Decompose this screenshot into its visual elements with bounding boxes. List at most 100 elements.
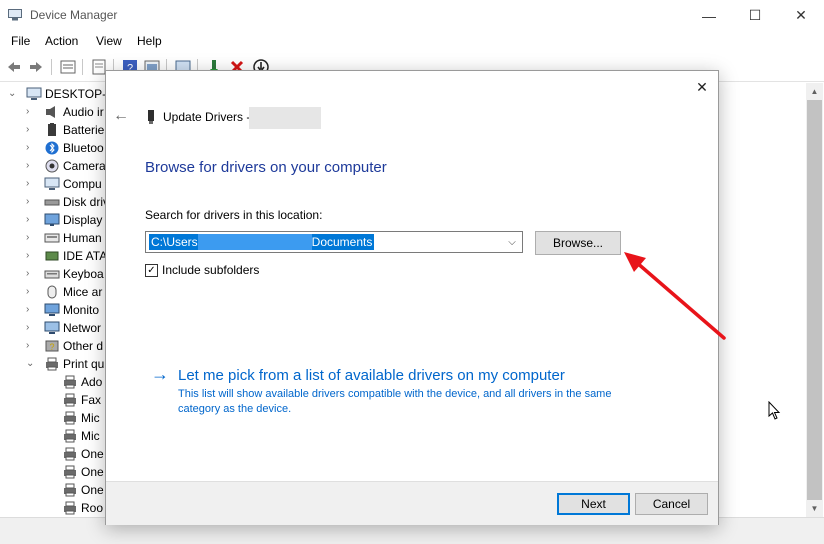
tree-root-label: DESKTOP-B <box>45 87 115 101</box>
vertical-scrollbar[interactable]: ▲ ▼ <box>806 83 823 517</box>
tree-category-label: Disk driv <box>63 195 110 209</box>
menu-view[interactable]: View <box>96 34 122 48</box>
tree-category[interactable]: › Compu <box>26 175 102 193</box>
tree-category[interactable]: › Display <box>26 211 102 229</box>
dialog-heading: Browse for drivers on your computer <box>145 159 387 176</box>
computer-icon <box>26 87 42 100</box>
printer-icon <box>64 393 76 407</box>
menu-file[interactable]: File <box>11 34 30 48</box>
properties-list-icon[interactable] <box>59 58 77 76</box>
display-icon <box>44 213 60 226</box>
cancel-button[interactable]: Cancel <box>635 493 708 515</box>
tree-category[interactable]: › Human <box>26 229 102 247</box>
title-bar: Device Manager — ☐ ✕ <box>0 0 824 31</box>
next-button[interactable]: Next <box>557 493 630 515</box>
tree-category[interactable]: › Bluetoo <box>26 139 104 157</box>
chevron-down-icon[interactable]: ⌄ <box>26 359 36 369</box>
printer-icon <box>64 501 76 515</box>
tree-child-item[interactable]: Roo <box>62 499 103 517</box>
chevron-right-icon[interactable]: › <box>26 323 36 333</box>
printer-icon <box>64 465 76 479</box>
chevron-right-icon[interactable]: › <box>26 125 36 135</box>
hid-icon <box>44 233 60 243</box>
chevron-right-icon[interactable]: › <box>26 107 36 117</box>
maximize-icon[interactable]: ☐ <box>732 0 778 31</box>
chevron-right-icon[interactable]: › <box>26 233 36 243</box>
printer-icon <box>64 447 76 461</box>
path-prefix: C:\Users <box>151 235 198 249</box>
chevron-right-icon[interactable]: › <box>26 341 36 351</box>
tree-root[interactable]: ⌄ DESKTOP-B <box>8 85 114 103</box>
ide-controller-icon <box>45 251 59 261</box>
chevron-down-icon[interactable]: ⌄ <box>8 89 18 99</box>
back-arrow-icon[interactable] <box>5 58 23 76</box>
menu-action[interactable]: Action <box>45 34 78 48</box>
scroll-up-icon[interactable]: ▲ <box>806 83 823 100</box>
tree-child-label: Ado <box>81 375 103 389</box>
printer-icon <box>64 429 76 443</box>
battery-icon <box>48 123 56 136</box>
tree-category[interactable]: › Camera <box>26 157 106 175</box>
close-icon[interactable]: ✕ <box>692 77 712 97</box>
close-icon[interactable]: ✕ <box>778 0 824 31</box>
tree-child-item[interactable]: One <box>62 481 104 499</box>
back-arrow-icon[interactable]: ← <box>113 108 129 124</box>
tree-child-item[interactable]: Fax <box>62 391 101 409</box>
tree-category[interactable]: ›? Other d <box>26 337 103 355</box>
chevron-right-icon[interactable]: › <box>26 287 36 297</box>
network-icon <box>44 321 60 334</box>
search-location-label: Search for drivers in this location: <box>145 208 323 222</box>
include-subfolders-checkbox[interactable]: ✓ <box>145 263 158 277</box>
disk-drive-icon <box>44 199 60 206</box>
chevron-right-icon[interactable]: › <box>26 179 36 189</box>
monitor-icon <box>44 303 60 316</box>
chevron-right-icon[interactable]: › <box>26 215 36 225</box>
printer-icon <box>64 411 76 425</box>
chevron-right-icon[interactable]: › <box>26 251 36 261</box>
tree-category[interactable]: › IDE ATA <box>26 247 107 265</box>
tree-category-label: Camera <box>63 159 106 173</box>
tree-category[interactable]: › Disk driv <box>26 193 109 211</box>
tree-child-item[interactable]: Mic <box>62 427 100 445</box>
tree-category-label: IDE ATA <box>63 249 108 263</box>
chevron-down-icon[interactable]: ⌵ <box>506 235 518 249</box>
tree-category[interactable]: › Networ <box>26 319 101 337</box>
driver-path-combobox[interactable]: C:\Users Documents ⌵ <box>145 231 523 253</box>
chevron-right-icon[interactable]: › <box>26 143 36 153</box>
arrow-right-icon[interactable]: → <box>151 365 169 383</box>
tree-child-item[interactable]: Ado <box>62 373 102 391</box>
tree-child-label: Fax <box>81 393 102 407</box>
toolbar-separator <box>51 59 52 75</box>
pick-driver-link[interactable]: Let me pick from a list of available dri… <box>178 367 565 384</box>
tree-category-label: Batterie <box>63 123 105 137</box>
tree-category[interactable]: › Monito <box>26 301 99 319</box>
chevron-right-icon[interactable]: › <box>26 305 36 315</box>
forward-arrow-icon[interactable] <box>27 58 45 76</box>
menu-help[interactable]: Help <box>137 34 162 48</box>
scrollbar-thumb[interactable] <box>807 100 822 500</box>
keyboard-icon <box>44 270 60 279</box>
chevron-right-icon[interactable]: › <box>26 197 36 207</box>
redacted-device-name <box>249 107 321 129</box>
chevron-right-icon[interactable]: › <box>26 161 36 171</box>
tree-child-item[interactable]: Mic <box>62 409 100 427</box>
minimize-icon[interactable]: — <box>686 0 732 31</box>
chevron-right-icon[interactable]: › <box>26 269 36 279</box>
tree-category[interactable]: ⌄ Print qu <box>26 355 104 373</box>
tree-category[interactable]: › Keyboa <box>26 265 104 283</box>
scroll-down-icon[interactable]: ▼ <box>806 500 823 517</box>
browse-button[interactable]: Browse... <box>535 231 621 255</box>
pick-driver-description: This list will show available drivers co… <box>178 388 612 415</box>
update-drivers-dialog: ✕ ← Update Drivers - Browse for drivers … <box>105 70 719 525</box>
tree-child-item[interactable]: One <box>62 445 104 463</box>
tree-category[interactable]: › Mice ar <box>26 283 102 301</box>
tree-child-label: One <box>81 447 104 461</box>
tree-category[interactable]: › Batterie <box>26 121 104 139</box>
camera-icon <box>45 159 59 173</box>
tree-category-label: Keyboa <box>63 267 104 281</box>
tree-category-label: Bluetoo <box>63 141 104 155</box>
redacted-username <box>197 234 312 250</box>
include-subfolders-option[interactable]: ✓ Include subfolders <box>145 263 259 277</box>
tree-child-item[interactable]: One <box>62 463 104 481</box>
tree-category[interactable]: › Audio ir <box>26 103 104 121</box>
